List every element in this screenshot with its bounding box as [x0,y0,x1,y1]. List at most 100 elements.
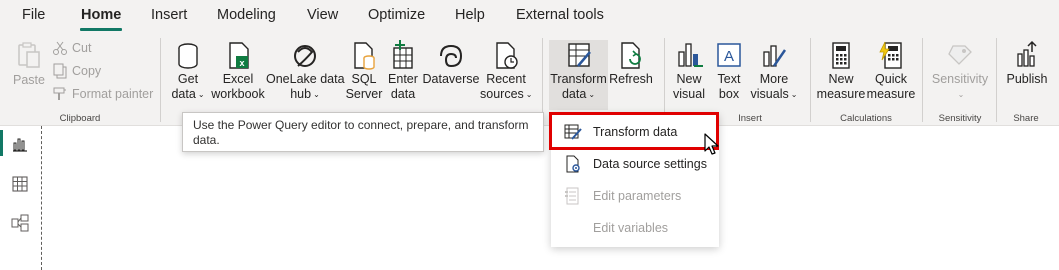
text-box-button[interactable]: A Text box [710,40,748,102]
enter-data-label-2: data [390,87,416,101]
active-tab-indicator [80,28,122,31]
onelake-data-hub-button[interactable]: OneLake data hub ⌄ [266,40,345,102]
tooltip-text: Use the Power Query editor to connect, p… [193,118,529,147]
new-measure-label-1: New [828,72,854,86]
model-view-icon[interactable] [11,214,29,232]
get-data-label-2: data [171,87,196,101]
tab-home[interactable]: Home [81,7,121,23]
tab-help[interactable]: Help [455,7,485,23]
sensitivity-button[interactable]: Sensitivity ⌄ [928,40,992,102]
edit-variables-icon [563,218,583,238]
share-group-label: Share [1013,113,1039,124]
sql-label-2: Server [345,87,383,101]
more-visuals-button[interactable]: More visuals ⌄ [748,40,800,102]
cut-label: Cut [72,41,92,55]
publish-icon [1017,40,1037,67]
table-view-icon[interactable] [11,175,29,193]
more-visuals-label-2: visuals [750,87,789,101]
chevron-down-icon: ⌄ [197,90,205,99]
clipboard-group-label: Clipboard [59,113,101,124]
sql-server-button[interactable]: SQL Server [344,40,384,102]
enter-data-label-1: Enter [388,72,418,86]
new-visual-button[interactable]: New visual [670,40,708,102]
quick-measure-button[interactable]: Quick measure [866,40,916,102]
refresh-button[interactable]: Refresh [608,40,654,87]
recent-sources-icon [496,42,518,69]
group-separator [160,38,161,122]
active-view-indicator [0,130,3,156]
report-view-icon[interactable] [11,135,29,153]
copy-label: Copy [72,64,102,78]
dataverse-label: Dataverse [422,72,480,86]
chevron-down-icon: ⌄ [525,90,533,99]
group-separator [664,38,665,122]
chevron-down-icon: ⌄ [588,90,596,99]
transform-data-icon [567,43,591,67]
paintbrush-icon [53,87,66,100]
menu-item-label: Edit parameters [593,189,682,203]
text-box-label-2: box [718,87,740,101]
menu-item-label: Data source settings [593,157,707,171]
tab-insert[interactable]: Insert [151,7,187,23]
dataverse-button[interactable]: Dataverse [422,40,480,87]
cut-button[interactable]: Cut [52,40,91,56]
publish-label: Publish [1006,72,1048,86]
tab-view[interactable]: View [307,7,338,23]
enter-data-button[interactable]: Enter data [384,40,422,102]
sql-label-1: SQL [351,72,377,86]
group-separator [810,38,811,122]
new-visual-label-1: New [676,72,702,86]
tab-file[interactable]: File [22,7,45,23]
sensitivity-icon [948,45,972,65]
new-measure-label-2: measure [816,87,866,101]
more-visuals-label-1: More [759,72,789,86]
group-separator [996,38,997,122]
menu-item-edit-parameters[interactable]: Edit parameters [551,180,719,212]
mouse-pointer-icon [704,133,719,155]
transform-data-tooltip: Use the Power Query editor to connect, p… [182,112,544,152]
paste-button[interactable]: Paste [10,40,48,87]
text-box-label-1: Text [717,72,741,86]
excel-workbook-button[interactable]: x Excel workbook [210,40,266,102]
transform-data-button[interactable]: Transform data ⌄ [549,40,608,102]
database-icon [178,43,198,69]
calculator-icon [832,42,850,69]
copy-icon [53,63,67,79]
excel-icon: x [229,42,249,69]
excel-label-1: Excel [222,72,254,86]
data-source-settings-icon [563,154,583,174]
publish-button[interactable]: Publish [1002,40,1052,87]
tab-modeling[interactable]: Modeling [217,7,276,23]
excel-label-2: workbook [211,87,265,101]
tab-optimize[interactable]: Optimize [368,7,425,23]
svg-text:x: x [239,58,244,68]
recent-sources-button[interactable]: Recent sources ⌄ [480,40,532,102]
transform-label-2: data [561,87,587,101]
new-measure-button[interactable]: New measure [816,40,866,102]
refresh-label: Refresh [609,72,653,86]
quick-measure-label-1: Quick [875,72,907,86]
format-painter-label: Format painter [72,87,154,101]
calculations-group-label: Calculations [840,113,892,124]
quick-measure-label-2: measure [866,87,916,101]
edit-parameters-icon [563,186,583,206]
scissors-icon [53,41,67,55]
recent-label-1: Recent [486,72,526,86]
sql-server-icon [354,42,375,70]
paste-label: Paste [13,73,45,87]
menu-item-label: Edit variables [593,221,669,235]
onelake-icon [294,45,316,67]
sidebar-divider [41,126,42,270]
format-painter-button[interactable]: Format painter [52,86,153,102]
menu-item-edit-variables[interactable]: Edit variables [551,212,719,244]
copy-button[interactable]: Copy [52,63,101,79]
menu-item-data-source-settings[interactable]: Data source settings [551,148,719,180]
tab-external-tools[interactable]: External tools [516,7,604,23]
group-separator [542,38,543,122]
more-visuals-icon [763,45,787,67]
onelake-label-2: hub [290,87,312,101]
chevron-down-icon: ⌄ [313,90,320,99]
chevron-down-icon: ⌄ [790,90,798,99]
onelake-label-1: OneLake data [266,72,345,86]
get-data-button[interactable]: Get data ⌄ [168,40,208,102]
